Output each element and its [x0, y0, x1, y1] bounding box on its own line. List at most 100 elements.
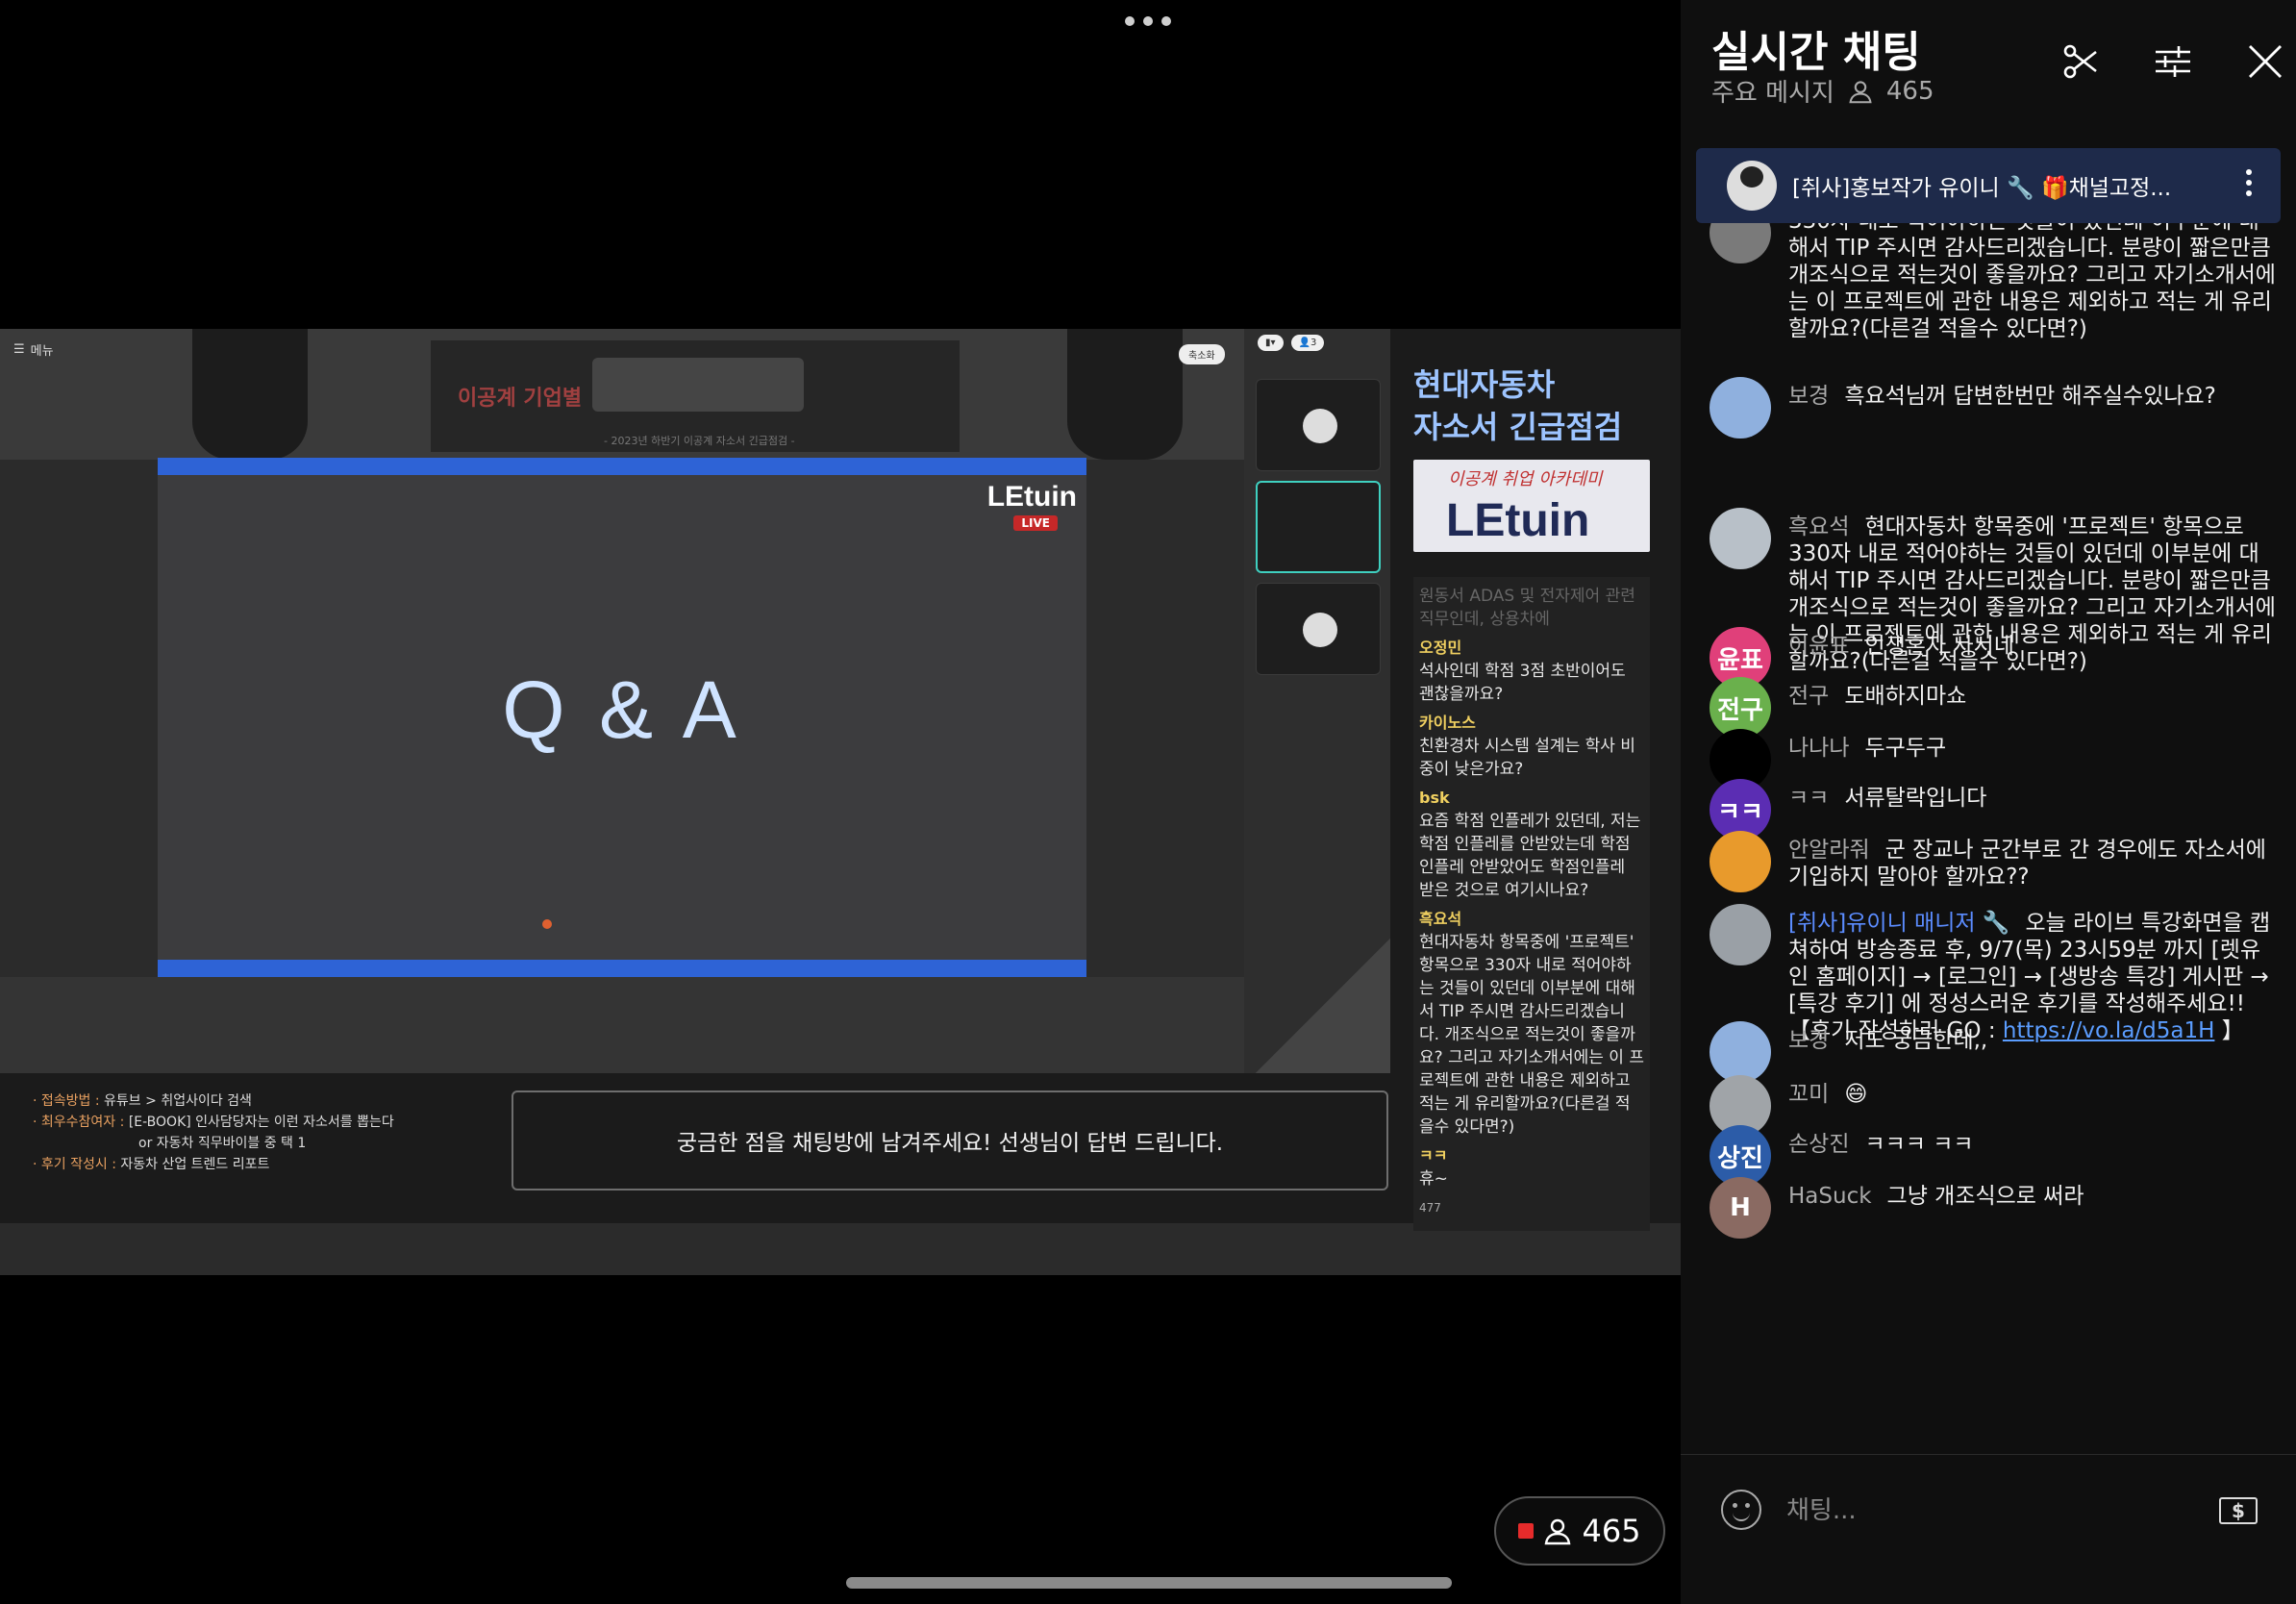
avatar[interactable] [1710, 223, 1771, 263]
chat-author[interactable]: 이윤표 [1788, 634, 1849, 659]
avatar [1303, 613, 1337, 647]
chat-author[interactable]: 꼬미 [1788, 1082, 1829, 1107]
chat-composer: $ [1681, 1454, 2296, 1604]
menu-label: 메뉴 [30, 344, 54, 359]
more-vert-icon[interactable] [2246, 169, 2252, 196]
embedded-chat-text: 석사인데 학점 3점 초반이어도 괜찮을까요? [1419, 662, 1626, 704]
chat-mode-label: 주요 메시지 [1711, 79, 1834, 108]
avatar[interactable] [1710, 904, 1771, 965]
people-count-icon[interactable]: 👤3 [1290, 335, 1325, 351]
chat-author[interactable]: [취사]유이니 매니저 🔧 [1788, 911, 2010, 936]
chat-mode-selector[interactable]: 주요 메시지 465 [1711, 73, 1934, 109]
stage-decoration [192, 329, 308, 460]
chat-author[interactable]: 흑요석 [1788, 514, 1849, 539]
banner-title: 이공계 기업별 [458, 387, 583, 411]
scissors-icon[interactable] [2058, 38, 2104, 85]
logo-subtitle: 이공계 취업 아카데미 [1448, 469, 1603, 489]
note-key: · 최우수참여자 : [33, 1115, 125, 1130]
participant-tile[interactable] [1256, 481, 1381, 573]
note-line: · 후기 작성시 : 자동차 산업 트렌드 리포트 [33, 1154, 394, 1175]
chat-message[interactable]: H HaSuck 그냥 개조식으로 써라 [1710, 1177, 2277, 1239]
more-dots-icon[interactable] [1125, 13, 1171, 29]
chat-author[interactable]: 안알라줘 [1788, 838, 1870, 863]
sliders-icon[interactable] [2150, 38, 2196, 85]
chat-author[interactable]: HaSuck [1788, 1184, 1872, 1209]
chat-message[interactable]: 보경 흑요석님꺼 답변한번만 해주실수있나요? [1710, 377, 2277, 439]
chat-text: ㅋㅋㅋ ㅋㅋ [1864, 1132, 1974, 1157]
chat-text: 흑요석님꺼 답변한번만 해주실수있나요? [1844, 384, 2216, 409]
stage-decoration [1250, 925, 1394, 1089]
promo-title-line: 현대자동차 [1413, 366, 1556, 403]
layout-icon[interactable]: ▮▾ [1258, 335, 1284, 351]
chat-title: 실시간 채팅 [1711, 28, 1921, 77]
promo-title: 현대자동차 자소서 긴급점검 [1413, 363, 1622, 448]
avatar[interactable] [1710, 831, 1771, 892]
pointer-dot [542, 919, 552, 929]
home-indicator[interactable] [846, 1577, 1452, 1589]
super-chat-icon[interactable]: $ [2219, 1497, 2258, 1524]
stage-banner: 이공계 기업별 - 2023년 하반기 이공계 자소서 긴급점검 - [429, 338, 961, 454]
viewer-count: 465 [1582, 1513, 1641, 1549]
chat-author[interactable]: 전구 [1788, 684, 1829, 709]
letuin-logo: 이공계 취업 아카데미 LEtuin [1413, 460, 1650, 552]
banner-subtitle: - 2023년 하반기 이공계 자소서 긴급점검 - [604, 435, 795, 447]
live-indicator-icon [1518, 1523, 1535, 1539]
chat-message[interactable]: 보경 저도 궁금한데,, [1710, 1021, 2277, 1083]
note-key: · 후기 작성시 : [33, 1157, 116, 1172]
chat-text: 😄 [1844, 1082, 1868, 1107]
embedded-chat-item: 원동서 ADAS 및 전자제어 관련 직무인데, 상용차에 [1419, 585, 1644, 631]
pinned-message-text: [취사]홍보작가 유이니 🔧 🎁채널고정... [1792, 176, 2172, 201]
embedded-chat-text: 휴~ [1419, 1169, 1448, 1189]
viewer-count-pill[interactable]: 465 [1494, 1496, 1665, 1566]
close-icon[interactable] [2242, 38, 2288, 85]
chat-message-body: 보경 저도 궁금한데,, [1788, 1021, 1987, 1083]
chat-message-list[interactable]: 330자 내로 적어야하는 것들이 있던데 이부분에 대해서 TIP 주시면 감… [1681, 223, 2296, 1454]
embedded-chat-item: 카이노스친환경차 시스템 설계는 학사 비중이 낮은가요? [1419, 712, 1644, 781]
chat-text: 서류탈락입니다 [1844, 786, 1987, 811]
avatar [1727, 161, 1777, 211]
note-key: · 접속방법 : [33, 1093, 100, 1109]
stage-floor [0, 977, 1244, 1073]
avatar[interactable] [1710, 508, 1771, 569]
note-line: · 최우수참여자 : [E-BOOK] 인사담당자는 이런 자소서를 뽑는다 [33, 1112, 394, 1133]
chat-message[interactable]: 안알라줘 군 장교나 군간부로 간 경우에도 자소서에 기입하지 말아야 할까요?… [1710, 831, 2277, 892]
pinned-message[interactable]: [취사]홍보작가 유이니 🔧 🎁채널고정... [1696, 148, 2281, 223]
emoji-icon[interactable] [1721, 1490, 1761, 1530]
chat-input[interactable] [1786, 1491, 2171, 1530]
chat-message[interactable]: 330자 내로 적어야하는 것들이 있던데 이부분에 대해서 TIP 주시면 감… [1710, 223, 2277, 342]
avatar[interactable] [1710, 377, 1771, 439]
chat-author[interactable]: 보경 [1788, 384, 1829, 409]
embedded-chat-author: 카이노스 [1419, 714, 1476, 732]
video-footer: · 접속방법 : 유튜브 > 취업사이다 검색 · 최우수참여자 : [E-BOO… [0, 1073, 1390, 1223]
chat-author[interactable]: 보경 [1788, 1028, 1829, 1053]
event-notes: · 접속방법 : 유튜브 > 취업사이다 검색 · 최우수참여자 : [E-BOO… [33, 1090, 394, 1175]
presentation-slide: LEtuin LIVE Q & A [158, 458, 1086, 977]
shrink-button[interactable]: 축소화 [1179, 344, 1225, 364]
chat-message-body: 안알라줘 군 장교나 군간부로 간 경우에도 자소서에 기입하지 말아야 할까요?… [1788, 831, 2277, 892]
embedded-chat-author: bsk [1419, 789, 1450, 807]
embedded-chat-item: bsk 요즘 학점 인플레가 있던데, 저는 학점 인플레를 안받았는데 학점인플… [1419, 787, 1644, 902]
chat-author[interactable]: ㅋㅋ [1788, 786, 1829, 811]
promo-sidebar: 현대자동차 자소서 긴급점검 이공계 취업 아카데미 LEtuin 원동서 AD… [1390, 329, 1681, 1231]
avatar[interactable]: H [1710, 1177, 1771, 1239]
embedded-chat-text: 친환경차 시스템 설계는 학사 비중이 낮은가요? [1419, 737, 1635, 779]
embedded-chat-author: 오정민 [1419, 639, 1462, 657]
embedded-chat-text: 요즘 학점 인플레가 있던데, 저는 학점 인플레를 안받았는데 학점인플레 안… [1419, 812, 1641, 900]
embedded-chat-author: ㅋㅋ [1419, 1146, 1448, 1165]
slide-logo: LEtuin [986, 481, 1077, 513]
chat-author[interactable]: 손상진 [1788, 1132, 1849, 1157]
avatar [1303, 409, 1337, 443]
embedded-chat: 원동서 ADAS 및 전자제어 관련 직무인데, 상용차에오정민석사인데 학점 … [1413, 577, 1650, 1231]
chat-text: 두구두구 [1864, 736, 1947, 761]
avatar[interactable] [1710, 1021, 1771, 1083]
chat-author[interactable]: 나나나 [1788, 736, 1849, 761]
participant-tile[interactable] [1256, 583, 1381, 675]
stage-decoration [1067, 329, 1183, 460]
live-badge: LIVE [1013, 515, 1058, 531]
participant-tile[interactable] [1256, 379, 1381, 471]
note-line: or 자동차 직무바이블 중 택 1 [33, 1133, 394, 1154]
chat-viewer-count: 465 [1885, 76, 1934, 106]
menu-button[interactable]: ☰ 메뉴 [13, 340, 54, 359]
video-player[interactable]: 이공계 기업별 - 2023년 하반기 이공계 자소서 긴급점검 - ☰ 메뉴 … [0, 329, 1681, 1275]
embedded-chat-item: 오정민석사인데 학점 3점 초반이어도 괜찮을까요? [1419, 637, 1644, 706]
